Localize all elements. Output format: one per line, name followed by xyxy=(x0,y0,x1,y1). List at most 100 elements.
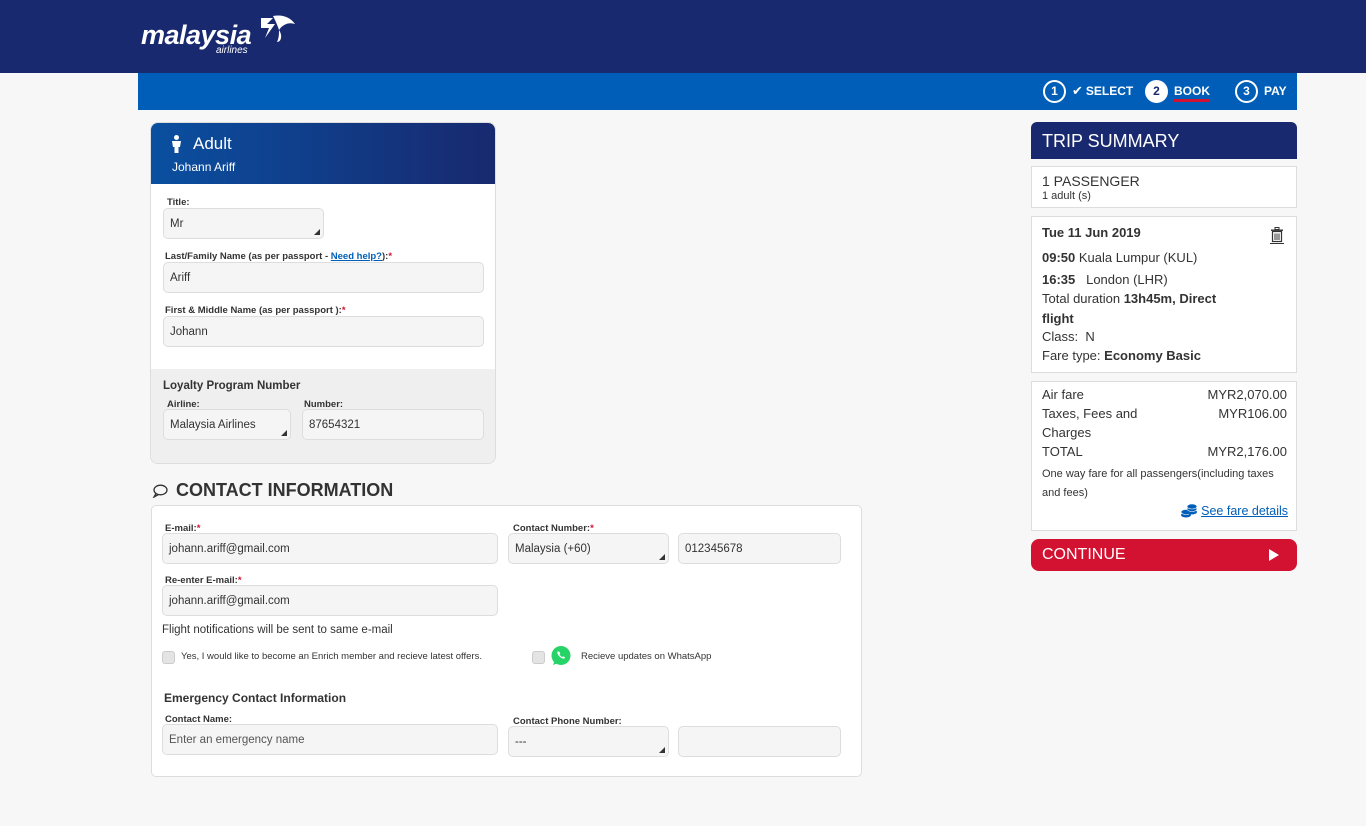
emergency-phone-input[interactable] xyxy=(678,726,841,757)
total-label: TOTAL xyxy=(1042,444,1083,459)
title-value: Mr xyxy=(170,217,184,230)
speech-bubble-icon xyxy=(152,484,168,498)
trip-summary-header: TRIP SUMMARY xyxy=(1031,122,1297,159)
flight-details-box: Tue 11 Jun 2019 09:50 Kuala Lumpur (KUL)… xyxy=(1031,216,1297,373)
duration-value-cont: flight xyxy=(1042,311,1074,326)
flight-date: Tue 11 Jun 2019 xyxy=(1042,225,1141,240)
loyalty-number-value: 87654321 xyxy=(309,418,361,431)
passenger-card: Adult Johann Ariff Title: Mr Last/Family… xyxy=(150,122,496,464)
emergency-title: Emergency Contact Information xyxy=(164,691,347,705)
depart-time: 09:50 xyxy=(1042,250,1076,265)
class-value: N xyxy=(1085,329,1095,344)
loyalty-section: Loyalty Program Number Airline: Malaysia… xyxy=(151,369,495,463)
first-name-label: First & Middle Name (as per passport ):* xyxy=(165,305,346,316)
person-icon xyxy=(172,135,181,153)
enrich-checkbox-label: Yes, I would like to become an Enrich me… xyxy=(181,651,482,662)
required-mark: * xyxy=(341,305,346,316)
arrive-time: 16:35 xyxy=(1042,272,1076,287)
first-name-value: Johann xyxy=(170,325,208,338)
step-select[interactable]: 1 ✔ SELECT xyxy=(1043,79,1133,103)
fare-box: Air fare MYR2,070.00 Taxes, Fees and MYR… xyxy=(1031,381,1297,531)
country-code-select[interactable]: Malaysia (+60) xyxy=(508,533,669,564)
step-number: 2 xyxy=(1145,79,1168,103)
step-label: BOOK xyxy=(1174,84,1210,102)
emergency-country-value: --- xyxy=(515,735,527,748)
fare-type-row: Fare type: Economy Basic xyxy=(1042,348,1201,363)
reenter-email-value: johann.ariff@gmail.com xyxy=(169,594,290,607)
step-label: PAY xyxy=(1264,84,1287,98)
class-row: Class: N xyxy=(1042,329,1095,344)
phone-number-input[interactable]: 012345678 xyxy=(678,533,841,564)
continue-label: CONTINUE xyxy=(1042,546,1126,563)
contact-card: E-mail:* johann.ariff@gmail.com Re-enter… xyxy=(151,505,862,777)
malaysia-airlines-logo[interactable]: malaysia airlines xyxy=(141,14,301,58)
last-name-label: Last/Family Name (as per passport - Need… xyxy=(165,251,392,262)
continue-button[interactable]: CONTINUE xyxy=(1031,539,1297,571)
duration-row: Total duration 13h45m, Direct xyxy=(1042,291,1216,306)
checkmark-icon: ✔ xyxy=(1072,83,1083,98)
first-name-label-text: First & Middle Name (as per passport ): xyxy=(165,305,342,316)
total-value: MYR2,176.00 xyxy=(1207,444,1288,459)
contact-information-heading: CONTACT INFORMATION xyxy=(152,480,393,501)
air-fare-label: Air fare xyxy=(1042,387,1084,402)
first-name-input[interactable]: Johann xyxy=(163,316,484,347)
booking-steps-bar: 1 ✔ SELECT 2 BOOK 3 PAY xyxy=(138,73,1297,110)
emergency-name-placeholder: Enter an emergency name xyxy=(169,733,305,746)
coins-icon xyxy=(1181,504,1198,518)
play-arrow-icon xyxy=(1269,549,1279,561)
see-fare-details-text: See fare details xyxy=(1201,504,1288,518)
loyalty-number-input[interactable]: 87654321 xyxy=(302,409,484,440)
fare-note: One way fare for all passengers(includin… xyxy=(1042,468,1274,499)
phone-number-value: 012345678 xyxy=(685,542,743,555)
top-header: malaysia airlines xyxy=(0,0,1366,73)
air-fare-value: MYR2,070.00 xyxy=(1207,387,1288,402)
fare-type-label: Fare type: xyxy=(1042,348,1101,363)
arrival-row: 16:35 London (LHR) xyxy=(1042,272,1168,287)
passenger-count: 1 PASSENGER xyxy=(1042,173,1140,189)
last-name-input[interactable]: Ariff xyxy=(163,262,484,293)
loyalty-airline-value: Malaysia Airlines xyxy=(170,418,256,431)
trip-summary-title: TRIP SUMMARY xyxy=(1042,131,1180,151)
step-number: 1 xyxy=(1043,79,1066,103)
title-select[interactable]: Mr xyxy=(163,208,324,239)
title-label: Title: xyxy=(167,197,190,208)
step-label: SELECT xyxy=(1085,84,1134,98)
last-name-label-text: Last/Family Name (as per passport - xyxy=(165,251,331,262)
taxes-value: MYR106.00 xyxy=(1218,406,1287,421)
logo-subtext: airlines xyxy=(216,45,248,56)
whatsapp-checkbox[interactable] xyxy=(532,651,545,664)
kite-logo-icon xyxy=(261,15,295,42)
passenger-detail: 1 adult (s) xyxy=(1042,190,1091,202)
emergency-country-select[interactable]: --- xyxy=(508,726,669,757)
duration-value: 13h45m, Direct xyxy=(1123,291,1217,306)
trash-icon[interactable] xyxy=(1270,227,1284,244)
whatsapp-checkbox-label: Recieve updates on WhatsApp xyxy=(581,651,712,662)
enrich-checkbox[interactable] xyxy=(162,651,175,664)
need-help-link[interactable]: Need help? xyxy=(331,251,382,262)
step-pay[interactable]: 3 PAY xyxy=(1235,79,1287,103)
step-number: 3 xyxy=(1235,79,1258,103)
class-label: Class: xyxy=(1042,329,1079,344)
departure-row: 09:50 Kuala Lumpur (KUL) xyxy=(1042,250,1197,265)
country-code-value: Malaysia (+60) xyxy=(515,542,591,555)
loyalty-airline-select[interactable]: Malaysia Airlines xyxy=(163,409,291,440)
email-value: johann.ariff@gmail.com xyxy=(169,542,290,555)
duration-label: Total duration xyxy=(1042,291,1121,306)
passenger-count-box: 1 PASSENGER 1 adult (s) xyxy=(1031,166,1297,208)
see-fare-details-link[interactable]: See fare details xyxy=(1181,504,1288,518)
emergency-name-input[interactable]: Enter an emergency name xyxy=(162,724,498,755)
arrive-place: London (LHR) xyxy=(1086,272,1168,287)
email-input[interactable]: johann.ariff@gmail.com xyxy=(162,533,498,564)
notification-note: Flight notifications will be sent to sam… xyxy=(162,624,393,636)
passenger-type: Adult xyxy=(193,134,232,153)
taxes-label-cont: Charges xyxy=(1042,425,1092,440)
required-mark: * xyxy=(388,251,393,262)
reenter-email-input[interactable]: johann.ariff@gmail.com xyxy=(162,585,498,616)
contact-title-text: CONTACT INFORMATION xyxy=(176,480,394,500)
loyalty-title: Loyalty Program Number xyxy=(163,380,301,392)
step-book[interactable]: 2 BOOK xyxy=(1145,79,1210,103)
last-name-value: Ariff xyxy=(170,271,191,284)
taxes-label: Taxes, Fees and xyxy=(1042,406,1138,421)
passenger-card-header: Adult Johann Ariff xyxy=(151,123,495,184)
passenger-name: Johann Ariff xyxy=(172,160,236,174)
